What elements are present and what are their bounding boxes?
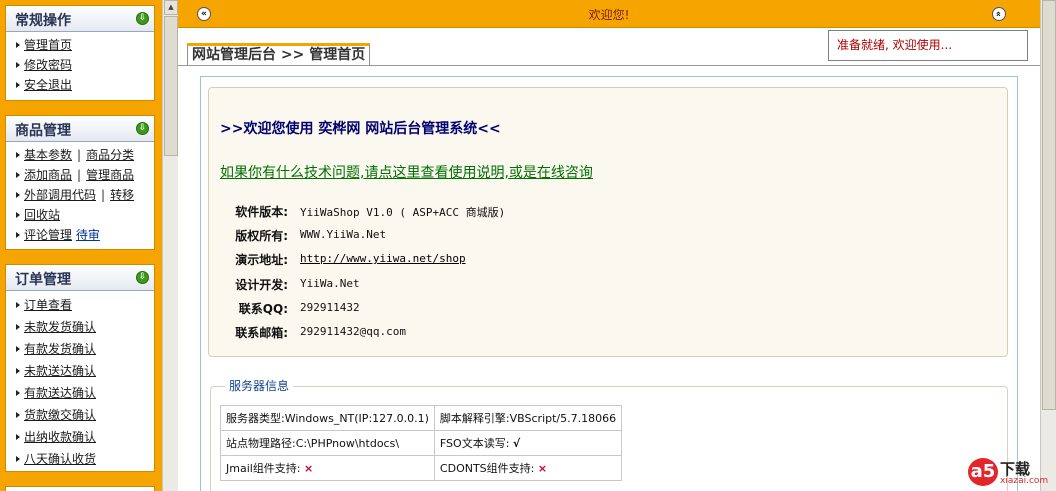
sidebar-row-external: 外部调用代码 | 转移: [6, 185, 154, 205]
link-transfer[interactable]: 转移: [110, 188, 134, 202]
copyright-label: 版权所有:: [235, 229, 288, 243]
sidebar-item-view-orders[interactable]: 订单查看: [6, 294, 154, 316]
fso-cell: FSO文本读写: √: [433, 430, 623, 456]
server-type-cell: 服务器类型:Windows_NT(IP:127.0.0.1): [220, 405, 435, 431]
bullet-arrow-icon: [16, 302, 20, 308]
bullet-arrow-icon: [16, 212, 20, 218]
help-link[interactable]: 如果你有什么技术问题,请点这里查看使用说明,或是在线咨询: [220, 162, 593, 182]
server-info-table: 服务器类型:Windows_NT(IP:127.0.0.1) 脚本解释引擎:VB…: [220, 405, 623, 481]
menu-products: 商品管理 ⇩ 基本参数 | 商品分类 添加商品 | 管理商品 外部调用代码 | 转移 回收站…: [5, 115, 155, 250]
bullet-arrow-icon: [16, 232, 20, 238]
menu-orders-header[interactable]: 订单管理 ⇩: [6, 265, 154, 291]
jmail-cell: Jmail组件支持: ×: [220, 455, 435, 481]
demo-url-label: 演示地址:: [235, 253, 288, 267]
bullet-arrow-icon: [16, 172, 20, 178]
menu-next: [5, 486, 155, 491]
check-icon: √: [512, 437, 521, 450]
sidebar-row-recycle: 回收站: [6, 205, 154, 225]
bullet-arrow-icon: [16, 368, 20, 374]
collapse-icon[interactable]: ⇩: [136, 12, 149, 25]
software-version-label: 软件版本:: [235, 205, 288, 219]
main-scrollbar[interactable]: [1040, 0, 1056, 491]
cdonts-cell: CDONTS组件支持: ×: [433, 455, 623, 481]
sidebar-item-change-password[interactable]: 修改密码: [6, 55, 154, 75]
watermark-logo: a5 下载 xiazai.com: [966, 456, 1049, 488]
table-row: 服务器类型:Windows_NT(IP:127.0.0.1) 脚本解释引擎:VB…: [220, 405, 623, 431]
sidebar-item-paid-delivery[interactable]: 有款送达确认: [6, 382, 154, 404]
bullet-arrow-icon: [16, 324, 20, 330]
link-external-code[interactable]: 外部调用代码: [24, 188, 96, 202]
bullet-arrow-icon: [16, 42, 20, 48]
software-version-value: YiiWaShop V1.0 ( ASP+ACC 商城版): [300, 206, 506, 219]
sidebar-item-home[interactable]: 管理首页: [6, 35, 154, 55]
menu-general: 常规操作 ⇩ 管理首页 修改密码 安全退出: [5, 5, 155, 101]
script-engine-cell: 脚本解释引擎:VBScript/5.7.18066: [433, 405, 623, 431]
bullet-arrow-icon: [16, 192, 20, 198]
link-pending-review[interactable]: 待审: [76, 228, 100, 242]
menu-products-header[interactable]: 商品管理 ⇩: [6, 116, 154, 142]
cross-icon: ×: [304, 462, 314, 475]
qq-label: 联系QQ:: [238, 302, 288, 316]
email-label: 联系邮箱:: [235, 326, 288, 340]
scroll-up-arrow-icon[interactable]: ▲: [164, 0, 178, 15]
demo-url-link[interactable]: http://www.yiiwa.net/shop: [300, 252, 466, 265]
sidebar-row-comments: 评论管理 待审: [6, 225, 154, 245]
table-row: Jmail组件支持: × CDONTS组件支持: ×: [220, 455, 623, 481]
sidebar-item-cashier-confirm[interactable]: 出纳收款确认: [6, 426, 154, 448]
menu-general-title: 常规操作: [15, 13, 71, 29]
sidebar-row-params: 基本参数 | 商品分类: [6, 145, 154, 165]
bullet-arrow-icon: [16, 62, 20, 68]
bullet-arrow-icon: [16, 412, 20, 418]
welcome-text: 欢迎您!: [588, 8, 630, 22]
collapse-sidebar-icon[interactable]: «: [197, 7, 211, 21]
sidebar-item-unpaid-shipping[interactable]: 未款发货确认: [6, 316, 154, 338]
sidebar-scroll-thumb[interactable]: [164, 16, 178, 156]
table-row: 站点物理路径:C:\PHPnow\htdocs\ FSO文本读写: √: [220, 430, 623, 456]
sidebar-item-logout[interactable]: 安全退出: [6, 75, 154, 95]
menu-orders-title: 订单管理: [15, 272, 71, 288]
link-recycle-bin[interactable]: 回收站: [24, 208, 60, 222]
watermark-site: xiazai.com: [1000, 476, 1049, 486]
bullet-arrow-icon: [16, 434, 20, 440]
welcome-title: >>欢迎您使用 奕桦网 网站后台管理系统<<: [220, 121, 501, 137]
bullet-arrow-icon: [16, 82, 20, 88]
site-path-cell: 站点物理路径:C:\PHPnow\htdocs\: [220, 430, 435, 456]
collapse-header-icon[interactable]: »: [992, 7, 1006, 21]
sidebar-row-add: 添加商品 | 管理商品: [6, 165, 154, 185]
tab-divider: [178, 65, 1040, 66]
email-value: 292911432@qq.com: [300, 325, 406, 338]
bullet-arrow-icon: [16, 346, 20, 352]
menu-orders: 订单管理 ⇩ 订单查看 未款发货确认 有款发货确认 未款送达确认 有款送达确认 …: [5, 264, 155, 472]
collapse-icon[interactable]: ⇩: [136, 271, 149, 284]
menu-products-title: 商品管理: [15, 123, 71, 139]
copyright-value: WWW.YiiWa.Net: [300, 228, 387, 241]
link-comments[interactable]: 评论管理: [24, 228, 72, 242]
bullet-arrow-icon: [16, 390, 20, 396]
cross-icon: ×: [537, 462, 548, 475]
top-bar: 欢迎您! « »: [178, 0, 1040, 28]
bullet-arrow-icon: [16, 456, 20, 462]
status-box: 准备就绪, 欢迎使用...: [828, 30, 1028, 61]
developer-label: 设计开发:: [235, 278, 288, 292]
qq-value: 292911432: [300, 301, 360, 314]
link-add-product[interactable]: 添加商品: [24, 168, 72, 182]
link-manage-products[interactable]: 管理商品: [86, 168, 134, 182]
menu-general-header[interactable]: 常规操作 ⇩: [6, 6, 154, 32]
bullet-arrow-icon: [16, 152, 20, 158]
a5-logo-icon: a5: [968, 458, 998, 486]
collapse-icon[interactable]: ⇩: [136, 122, 149, 135]
server-info-legend: 服务器信息: [225, 377, 294, 394]
sidebar-item-eight-day-confirm[interactable]: 八天确认收货: [6, 448, 154, 470]
developer-value: YiiWa.Net: [300, 277, 360, 290]
sidebar-scrollbar[interactable]: ▲: [162, 0, 178, 491]
sidebar: 常规操作 ⇩ 管理首页 修改密码 安全退出 商品管理 ⇩ 基本参数 | 商品分类 添…: [0, 0, 162, 491]
sidebar-item-paid-shipping[interactable]: 有款发货确认: [6, 338, 154, 360]
main-scroll-thumb[interactable]: [1042, 0, 1056, 410]
sidebar-item-unpaid-delivery[interactable]: 未款送达确认: [6, 360, 154, 382]
link-basic-params[interactable]: 基本参数: [24, 148, 72, 162]
tab-admin-home[interactable]: 网站管理后台 >> 管理首页: [187, 43, 371, 66]
link-categories[interactable]: 商品分类: [86, 148, 134, 162]
sidebar-item-payment-confirm[interactable]: 货款缴交确认: [6, 404, 154, 426]
